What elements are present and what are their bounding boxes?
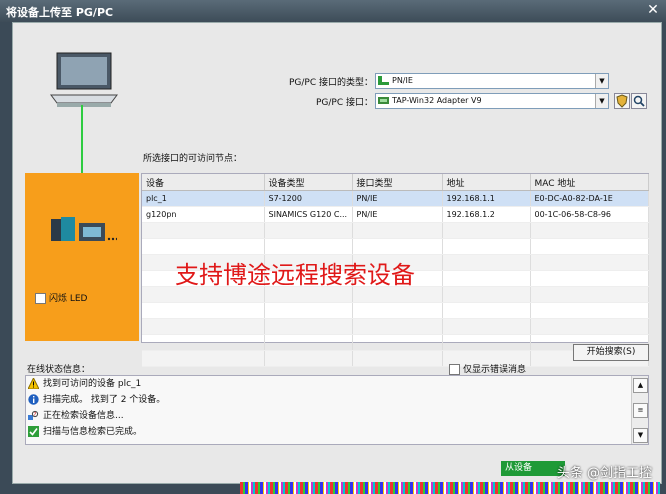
table-cell: g120pn (142, 206, 265, 223)
scroll-menu-icon[interactable]: ≡ (633, 403, 648, 418)
warning-icon (28, 378, 39, 389)
table-row-empty (142, 302, 649, 319)
shield-icon (616, 94, 628, 108)
upload-from-device-button[interactable]: 从设备 (501, 461, 565, 476)
start-search-button[interactable]: 开始搜索(S) (573, 344, 649, 361)
status-message: 找到可访问的设备 plc_1 (28, 377, 141, 392)
interface-value: TAP-Win32 Adapter V9 (392, 96, 482, 105)
interface-type-select[interactable]: PN/IE ▼ (375, 73, 609, 89)
show-errors-only-label: 仅显示错误消息 (463, 365, 527, 375)
search-progress-icon: ? (28, 410, 39, 420)
chevron-down-icon[interactable]: ▼ (595, 94, 608, 108)
interface-type-value: PN/IE (392, 76, 413, 85)
title-bar: 将设备上传至 PG/PC ✕ (0, 0, 666, 22)
diagnostics-button[interactable] (614, 93, 630, 109)
accessible-nodes-label: 所选接口的可访问节点： (143, 154, 243, 164)
table-row[interactable]: plc_1 S7-1200 PN/IE 192.168.1.1 E0-DC-A0… (142, 190, 649, 207)
compression-artifact-strip (240, 482, 660, 494)
window-title: 将设备上传至 PG/PC (6, 6, 114, 19)
status-text: 扫描与信息检索已完成。 (43, 427, 143, 437)
magnifier-icon (633, 95, 645, 107)
column-header[interactable]: 地址 (442, 174, 531, 191)
column-header[interactable]: 设备类型 (264, 174, 353, 191)
table-cell: 192.168.1.2 (442, 206, 531, 223)
overlay-caption: 支持博途远程搜索设备 (175, 261, 415, 289)
flash-led-label: 闪烁 LED (49, 294, 88, 304)
table-cell: plc_1 (142, 190, 265, 207)
table-cell: PN/IE (352, 206, 443, 223)
upload-dialog: PG/PC 接口的类型： PN/IE ▼ PG/PC 接口： TAP-Win32… (12, 22, 662, 484)
checkbox-box[interactable] (449, 364, 460, 375)
table-row-empty (142, 222, 649, 239)
plc-device-icon (51, 217, 117, 241)
table-row-empty (142, 318, 649, 335)
column-header[interactable]: 设备 (142, 174, 265, 191)
info-icon (28, 394, 39, 405)
table-header: 设备 设备类型 接口类型 地址 MAC 地址 (142, 174, 649, 191)
status-scrollbar[interactable]: ▲ ≡ ▼ (631, 376, 648, 444)
interface-label: PG/PC 接口： (315, 98, 373, 108)
column-header[interactable]: MAC 地址 (530, 174, 649, 191)
pc-icon (50, 52, 118, 107)
properties-button[interactable] (631, 93, 647, 109)
interface-select[interactable]: TAP-Win32 Adapter V9 ▼ (375, 93, 609, 109)
scroll-up-button[interactable]: ▲ (633, 378, 648, 393)
status-list: 找到可访问的设备 plc_1 扫描完成。 找到了 2 个设备。 ? 正在检索设备信… (25, 375, 649, 445)
table-cell: S7-1200 (264, 190, 353, 207)
table-cell: PN/IE (352, 190, 443, 207)
column-header[interactable]: 接口类型 (352, 174, 443, 191)
scroll-down-button[interactable]: ▼ (633, 428, 648, 443)
checkbox-box[interactable] (35, 293, 46, 304)
status-message: ? 正在检索设备信息... (28, 409, 124, 424)
table-cell: 00-1C-06-58-C8-96 (530, 206, 649, 223)
flash-led-checkbox[interactable]: 闪烁 LED (35, 291, 88, 304)
table-row-empty (142, 238, 649, 255)
status-text: 找到可访问的设备 plc_1 (43, 379, 142, 389)
device-panel: 闪烁 LED (25, 173, 139, 341)
check-icon (28, 426, 39, 437)
table-row[interactable]: g120pn SINAMICS G120 C... PN/IE 192.168.… (142, 206, 649, 223)
status-label: 在线状态信息： (27, 365, 91, 375)
table-cell: SINAMICS G120 C... (264, 206, 353, 223)
status-text: 正在检索设备信息... (43, 411, 124, 421)
status-message: 扫描完成。 找到了 2 个设备。 (28, 393, 165, 408)
interface-type-label: PG/PC 接口的类型： (288, 78, 373, 88)
svg-text:?: ? (34, 412, 37, 418)
status-message: 扫描与信息检索已完成。 (28, 425, 142, 440)
network-adapter-icon (378, 97, 389, 104)
pn-ie-icon (378, 76, 389, 85)
table-cell: E0-DC-A0-82-DA-1E (530, 190, 649, 207)
footer-watermark: 头条 @剑指工控 (556, 466, 652, 481)
table-cell: 192.168.1.1 (442, 190, 531, 207)
show-errors-only-checkbox[interactable]: 仅显示错误消息 (449, 362, 526, 375)
status-text: 扫描完成。 找到了 2 个设备。 (43, 395, 166, 405)
close-button[interactable]: ✕ (646, 2, 660, 18)
chevron-down-icon[interactable]: ▼ (595, 74, 608, 88)
